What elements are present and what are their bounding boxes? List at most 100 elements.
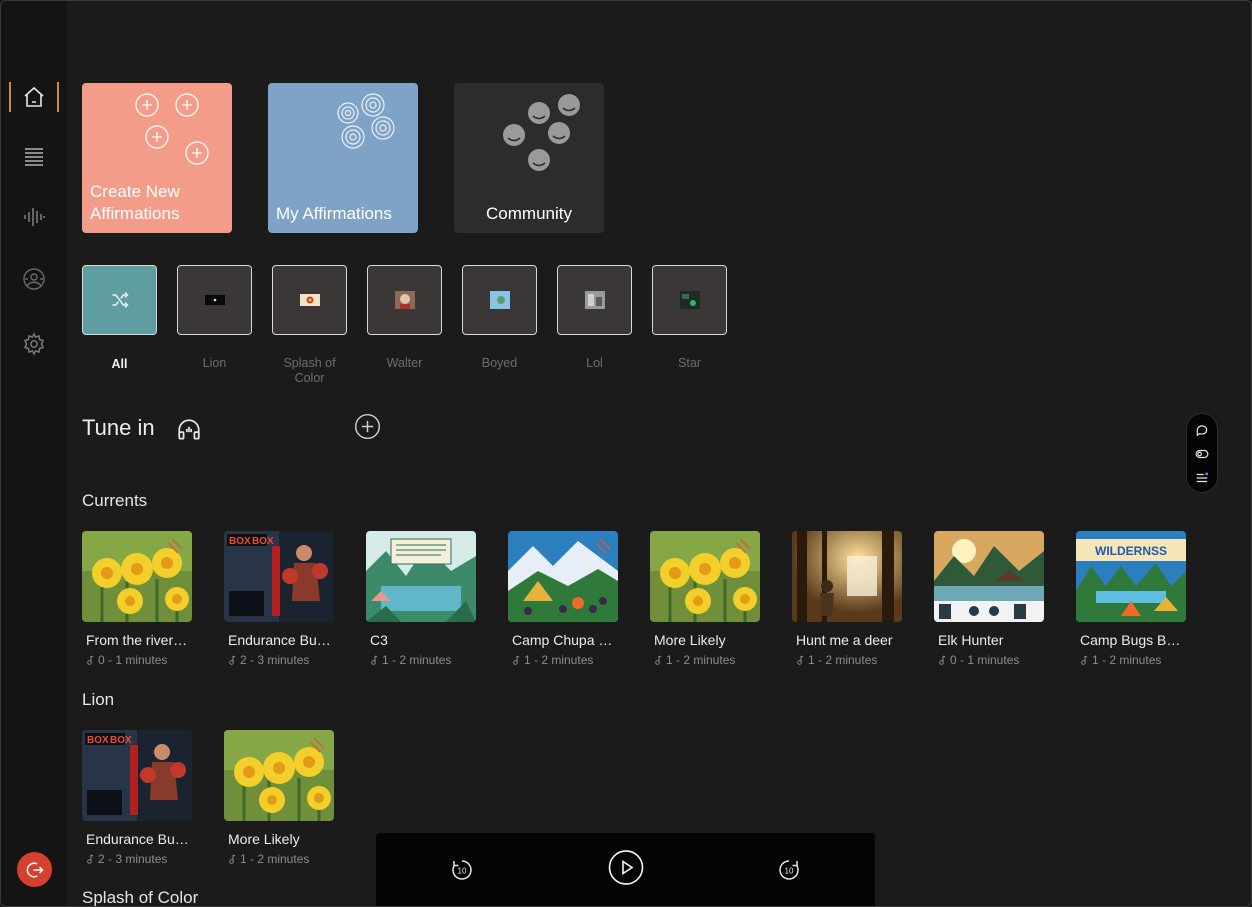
- music-note-icon: [1081, 655, 1088, 665]
- track-card[interactable]: More Likely 1 - 2 minutes: [224, 730, 334, 866]
- track-card[interactable]: Camp Chupa … 1 - 2 minutes: [508, 531, 618, 667]
- svg-text:BOX: BOX: [229, 536, 251, 547]
- nav-home[interactable]: [9, 82, 59, 112]
- forward-10-button[interactable]: 10: [776, 857, 802, 883]
- folder-boyed[interactable]: [462, 265, 537, 335]
- community-tile[interactable]: Community: [454, 83, 604, 233]
- track-title: Elk Hunter: [938, 632, 1004, 648]
- track-cover-image[interactable]: BOX BOX: [82, 730, 192, 821]
- community-globe-icon: [23, 268, 45, 290]
- folder-thumbnail: [204, 295, 225, 305]
- svg-text:10: 10: [785, 867, 794, 876]
- play-button[interactable]: [608, 849, 644, 885]
- folder-thumbnail: [584, 291, 605, 309]
- track-cover-image[interactable]: WILDERNSS: [1076, 531, 1186, 622]
- track-title: Camp Bugs B…: [1080, 632, 1181, 648]
- track-title: More Likely: [228, 831, 300, 847]
- track-cover-image[interactable]: [366, 531, 476, 622]
- track-duration-text: 2 - 3 minutes: [98, 852, 168, 866]
- track-duration: 0 - 1 minutes: [86, 653, 192, 667]
- folder-label-star: Star: [678, 356, 701, 370]
- cover-art: [82, 531, 192, 622]
- track-duration-text: 0 - 1 minutes: [98, 653, 168, 667]
- chat-bubble-icon[interactable]: [1195, 423, 1209, 437]
- track-duration: 0 - 1 minutes: [938, 653, 1044, 667]
- svg-text:BOX: BOX: [252, 536, 274, 547]
- track-duration: 1 - 2 minutes: [370, 653, 476, 667]
- shuffle-icon: [112, 291, 129, 309]
- folder-walter[interactable]: [367, 265, 442, 335]
- add-circle-icon: [354, 413, 381, 440]
- music-note-icon: [87, 655, 94, 665]
- track-card[interactable]: C3 1 - 2 minutes: [366, 531, 476, 667]
- forward-icon: 10: [779, 860, 799, 880]
- track-duration: 1 - 2 minutes: [512, 653, 618, 667]
- floating-toolbar: [1186, 413, 1218, 493]
- cover-art: [366, 531, 476, 622]
- track-cover-image[interactable]: [224, 730, 334, 821]
- track-card[interactable]: Hunt me a deer 1 - 2 minutes: [792, 531, 902, 667]
- logout-button[interactable]: [17, 852, 52, 887]
- track-title: Camp Chupa …: [512, 632, 613, 648]
- waveform-icon: [24, 208, 45, 226]
- music-note-icon: [939, 655, 946, 665]
- nav-library[interactable]: [9, 142, 59, 172]
- track-cover-image[interactable]: [508, 531, 618, 622]
- folder-thumbnail: [299, 294, 320, 306]
- create-affirmations-tile[interactable]: Create New Affirmations: [82, 83, 232, 233]
- music-note-icon: [229, 854, 236, 864]
- folder-lol[interactable]: [557, 265, 632, 335]
- cover-art: [934, 531, 1044, 622]
- track-card[interactable]: More Likely 1 - 2 minutes: [650, 531, 760, 667]
- folder-splash-of-color[interactable]: [272, 265, 347, 335]
- track-title: More Likely: [654, 632, 726, 648]
- folder-thumbnail: [394, 291, 415, 309]
- track-cover-image[interactable]: [934, 531, 1044, 622]
- list-dot-icon[interactable]: [1195, 471, 1209, 485]
- track-cover-image[interactable]: [82, 531, 192, 622]
- toggle-icon[interactable]: [1195, 447, 1209, 461]
- folder-all[interactable]: [82, 265, 157, 335]
- track-duration: 1 - 2 minutes: [654, 653, 760, 667]
- folder-thumbnail: [679, 291, 700, 309]
- folder-label-walter: Walter: [386, 356, 423, 370]
- my-affirmations-label: My Affirmations: [276, 204, 392, 223]
- section-title-currents: Currents: [82, 491, 148, 510]
- nav-community[interactable]: [9, 264, 59, 294]
- folder-label-lol: Lol: [586, 356, 603, 370]
- track-title: From the river…: [86, 632, 188, 648]
- gear-icon: [23, 332, 45, 356]
- nav-audio[interactable]: [9, 202, 59, 232]
- track-cover-image[interactable]: [792, 531, 902, 622]
- app-window: Create New Affirmations My Affirmations: [0, 0, 1252, 907]
- track-title: Endurance Bu…: [86, 831, 189, 847]
- rewind-10-button[interactable]: 10: [449, 857, 475, 883]
- track-duration-text: 1 - 2 minutes: [240, 852, 310, 866]
- folder-star[interactable]: [652, 265, 727, 335]
- cover-art: [508, 531, 618, 622]
- music-note-icon: [371, 655, 378, 665]
- headphones-icon: [178, 419, 200, 440]
- tune-in-headphones-button[interactable]: [176, 417, 202, 448]
- section-title-splash: Splash of Color: [82, 888, 199, 907]
- folder-label-all: All: [111, 357, 128, 371]
- track-card[interactable]: Elk Hunter 0 - 1 minutes: [934, 531, 1044, 667]
- track-card[interactable]: BOX BOX Endurance Bu… 2 - 3 minutes: [82, 730, 192, 866]
- track-card[interactable]: BOX BOX Endurance Bu… 2 - 3 minutes: [224, 531, 334, 667]
- track-duration: 2 - 3 minutes: [228, 653, 334, 667]
- cover-art: BOX BOX: [82, 730, 192, 821]
- track-cover-image[interactable]: BOX BOX: [224, 531, 334, 622]
- svg-text:10: 10: [458, 867, 467, 876]
- track-card[interactable]: WILDERNSS Camp Bugs B… 1 - 2 minutes: [1076, 531, 1186, 667]
- nav-settings[interactable]: [9, 329, 59, 359]
- cover-art: WILDERNSS: [1076, 531, 1186, 622]
- music-note-icon: [513, 655, 520, 665]
- my-affirmations-tile[interactable]: My Affirmations: [268, 83, 418, 233]
- tune-in-add-button[interactable]: [354, 413, 381, 445]
- track-card[interactable]: From the river… 0 - 1 minutes: [82, 531, 192, 667]
- cover-art: [792, 531, 902, 622]
- logout-icon: [26, 862, 44, 877]
- folder-lion[interactable]: [177, 265, 252, 335]
- track-cover-image[interactable]: [650, 531, 760, 622]
- play-icon: [608, 849, 644, 885]
